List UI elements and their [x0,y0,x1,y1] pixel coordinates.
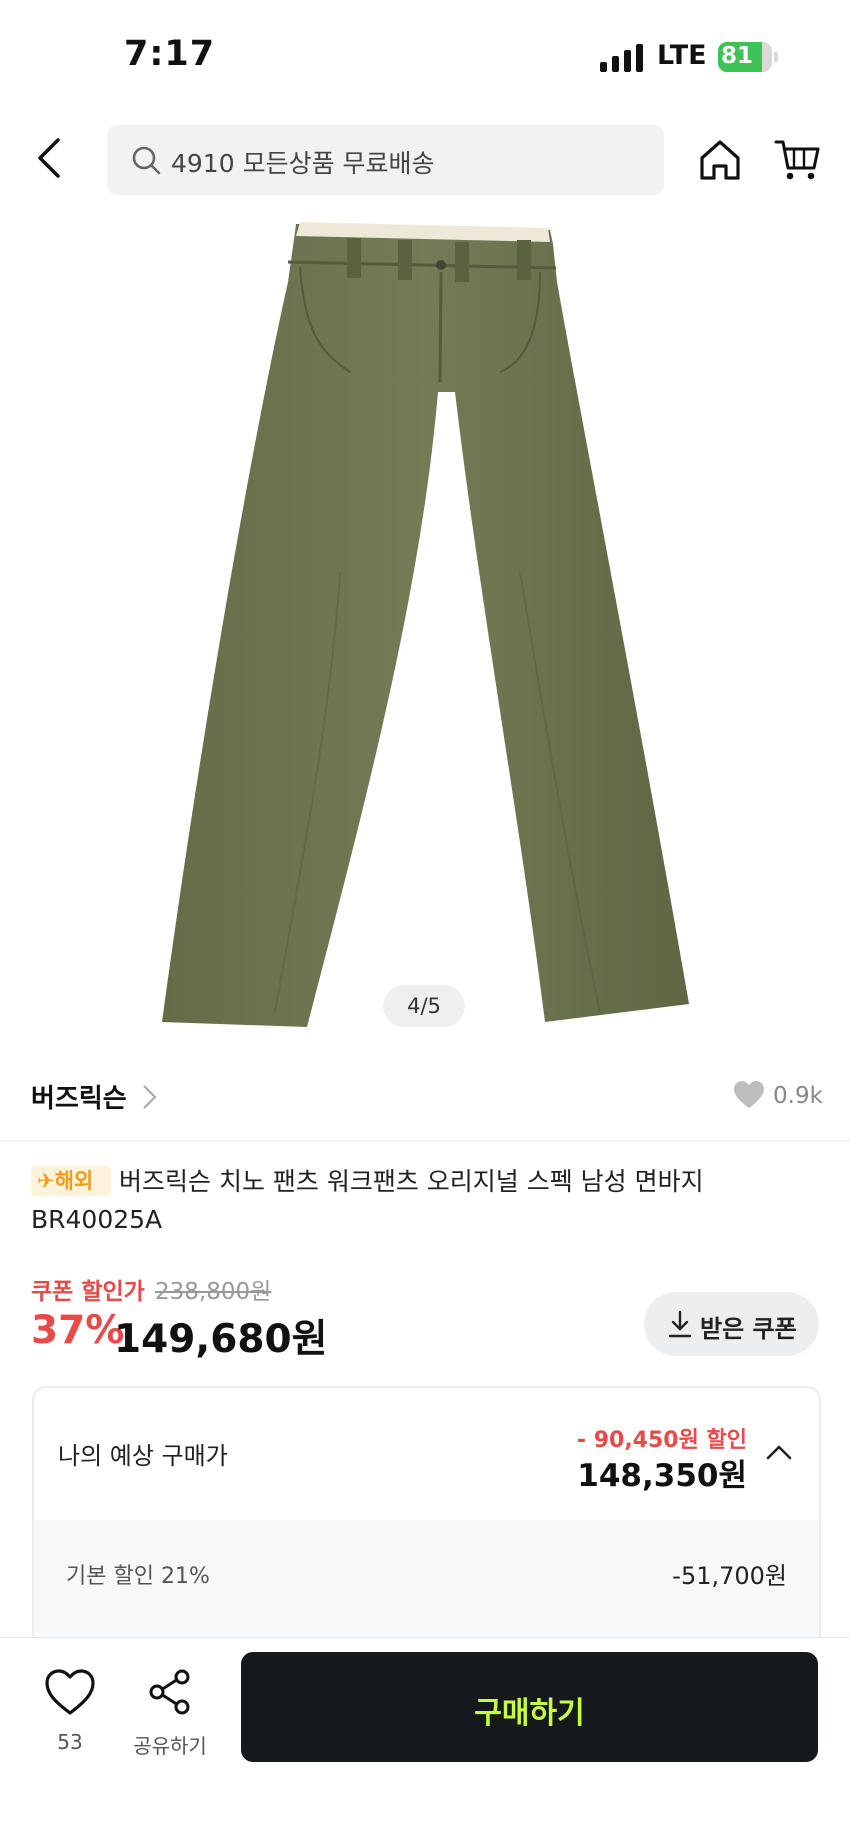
coupon-price-label: 쿠폰 할인가 [31,1279,145,1305]
chevron-right-icon[interactable] [140,1082,160,1112]
search-input[interactable]: 4910 모든상품 무료배송 [107,125,664,195]
overseas-badge: ✈해외 [31,1166,111,1196]
signal-icon [600,44,643,72]
wishlist-count: 53 [57,1730,83,1754]
battery-icon: 81 [718,42,778,72]
back-button[interactable] [30,136,74,180]
expected-price-label: 나의 예상 구매가 [58,1442,228,1470]
buy-button-label: 구매하기 [474,1696,585,1731]
wishlist-heart-icon[interactable] [44,1668,96,1718]
received-coupon-label: 받은 쿠폰 [700,1315,797,1343]
base-discount-value: -51,700원 [672,1562,787,1590]
like-count: 0.9k [773,1083,823,1109]
buy-button[interactable]: 구매하기 [241,1652,818,1762]
heart-icon[interactable] [733,1080,765,1110]
search-icon [132,146,161,175]
home-icon[interactable] [696,136,744,184]
search-placeholder: 4910 모든상품 무료배송 [171,149,435,178]
chevron-up-icon[interactable] [765,1442,793,1462]
share-icon[interactable] [146,1668,194,1716]
image-page-indicator: 4/5 [383,985,465,1027]
base-discount-label: 기본 할인 21% [66,1564,210,1589]
original-price: 238,800원 [155,1279,272,1305]
download-icon [668,1310,692,1338]
received-coupon-button[interactable]: 받은 쿠폰 [644,1292,819,1356]
status-time: 7:17 [124,34,216,74]
battery-percent: 81 [721,43,754,69]
cart-icon[interactable] [773,136,821,184]
expected-price: 148,350원 [577,1458,747,1494]
current-price: 149,680원 [114,1317,328,1362]
product-title: 버즈릭슨 치노 팬츠 워크팬츠 오리지널 스펙 남성 면바지 BR40025A [31,1167,704,1234]
brand-link[interactable]: 버즈릭슨 [31,1078,127,1115]
divider [0,1140,850,1142]
network-label: LTE [657,40,707,71]
product-image[interactable] [0,222,850,1032]
discount-rate: 37% [31,1308,125,1353]
share-label: 공유하기 [133,1734,207,1758]
